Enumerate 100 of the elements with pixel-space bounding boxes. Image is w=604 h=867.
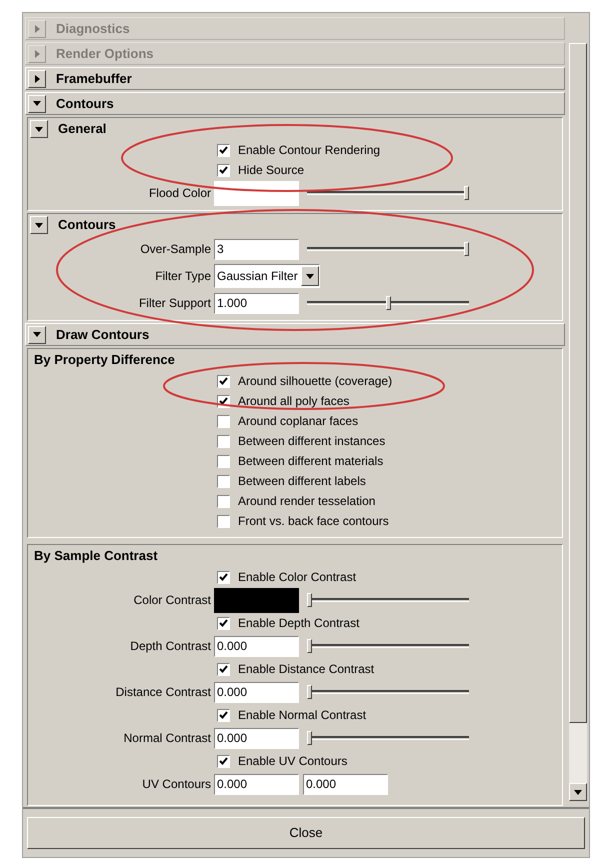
field-label: Over-Sample (139, 241, 212, 258)
scroll-down-button[interactable] (569, 783, 587, 801)
number-field[interactable]: 0.000 (303, 774, 388, 794)
expand-toggle[interactable] (28, 326, 46, 344)
checkbox-label: Enable Color Contrast (238, 569, 356, 586)
check-icon (219, 757, 228, 765)
slider-thumb[interactable] (307, 639, 312, 653)
checkbox-label: Between different materials (238, 453, 384, 470)
close-button[interactable]: Close (27, 817, 585, 849)
frame-title: By Property Difference (34, 351, 175, 370)
field-label: Distance Contrast (114, 684, 212, 701)
slider-thumb[interactable] (464, 242, 469, 256)
check-icon (219, 619, 228, 627)
checkbox[interactable] (217, 616, 230, 630)
checkbox[interactable] (217, 474, 230, 488)
slider-thumb[interactable] (464, 186, 469, 200)
checkbox[interactable] (217, 754, 230, 768)
checkbox-label: Enable UV Contours (238, 753, 348, 770)
field-label: Filter Type (154, 268, 212, 285)
checkbox[interactable] (217, 144, 230, 156)
collapse-arrow-icon (35, 222, 43, 228)
checkbox-label: Hide Source (238, 162, 304, 179)
slider-thumb[interactable] (307, 593, 312, 607)
checkbox[interactable] (217, 374, 230, 388)
expand-toggle[interactable] (28, 94, 46, 112)
checkbox-label: Enable Distance Contrast (238, 661, 374, 678)
checkbox[interactable] (217, 494, 230, 508)
checkbox[interactable] (217, 662, 230, 676)
field-label: Normal Contrast (122, 730, 212, 747)
section-header[interactable]: Contours (25, 92, 565, 115)
checkbox[interactable] (217, 570, 230, 584)
field-label: Depth Contrast (129, 638, 212, 655)
collapse-arrow-icon (33, 101, 41, 106)
slider-track[interactable] (307, 242, 469, 256)
expand-toggle[interactable] (28, 20, 46, 38)
checkbox[interactable] (217, 164, 230, 176)
number-field[interactable]: 3 (214, 238, 299, 260)
checkbox[interactable] (217, 708, 230, 722)
slider-track[interactable] (307, 186, 469, 200)
check-icon (219, 711, 228, 719)
color-swatch[interactable] (214, 180, 299, 206)
slider-thumb[interactable] (307, 685, 312, 699)
frame-title: By Sample Contrast (34, 547, 158, 566)
expand-toggle[interactable] (30, 120, 48, 138)
section-title: Framebuffer (56, 70, 132, 88)
color-swatch[interactable] (214, 588, 299, 612)
checkbox-label: Around coplanar faces (238, 413, 358, 430)
slider-track[interactable] (307, 685, 469, 699)
checkbox[interactable] (217, 514, 230, 528)
checkbox-label: Enable Normal Contrast (238, 707, 366, 724)
collapse-arrow-icon (35, 126, 43, 132)
filter-dropdown[interactable]: Gaussian Filter (214, 264, 320, 288)
slider-thumb[interactable] (307, 731, 312, 745)
field-label: UV Contours (141, 776, 212, 793)
checkbox-label: Enable Contour Rendering (238, 142, 380, 159)
expand-arrow-icon (34, 50, 40, 58)
collapse-arrow-icon (33, 332, 41, 337)
check-icon (219, 146, 228, 154)
field-label: Filter Support (138, 295, 212, 312)
section-title: Diagnostics (56, 20, 130, 38)
checkbox[interactable] (217, 454, 230, 468)
field-label: Color Contrast (132, 592, 212, 609)
expand-toggle[interactable] (28, 44, 46, 62)
check-icon (219, 665, 228, 673)
expand-toggle[interactable] (28, 70, 46, 88)
slider-track[interactable] (307, 296, 469, 310)
check-icon (219, 377, 228, 385)
check-icon (219, 397, 228, 405)
number-field[interactable]: 0.000 (214, 682, 299, 702)
slider-track[interactable] (307, 593, 469, 607)
slider-track[interactable] (307, 639, 469, 653)
section-header[interactable]: Framebuffer (25, 67, 565, 90)
down-arrow-icon (574, 790, 582, 794)
checkbox-label: Enable Depth Contrast (238, 615, 360, 632)
checkbox-label: Between different labels (238, 473, 366, 490)
section-title: Render Options (56, 44, 154, 63)
expand-toggle[interactable] (30, 216, 48, 234)
number-field[interactable]: 0.000 (214, 728, 299, 748)
checkbox-label: Around silhouette (coverage) (238, 373, 392, 390)
number-field[interactable]: 0.000 (214, 636, 299, 656)
checkbox-label: Front vs. back face contours (238, 513, 389, 530)
checkbox-label: Around all poly faces (238, 393, 350, 410)
check-icon (219, 573, 228, 581)
number-field[interactable]: 1.000 (214, 292, 299, 314)
checkbox-label: Around render tesselation (238, 493, 376, 510)
checkbox[interactable] (217, 414, 230, 428)
section-header[interactable]: Draw Contours (25, 323, 565, 346)
checkbox-label: Between different instances (238, 433, 386, 450)
slider-thumb[interactable] (386, 296, 390, 310)
expand-arrow-icon (34, 24, 40, 32)
slider-track[interactable] (307, 731, 469, 745)
section-title: Contours (56, 94, 114, 113)
number-field[interactable]: 0.000 (214, 774, 299, 794)
expand-arrow-icon (34, 74, 40, 82)
section-title: Draw Contours (56, 326, 150, 344)
group-title: General (58, 120, 106, 138)
check-icon (219, 166, 228, 174)
field-label: Flood Color (148, 185, 212, 202)
checkbox[interactable] (217, 434, 230, 448)
group-title: Contours (58, 216, 116, 234)
